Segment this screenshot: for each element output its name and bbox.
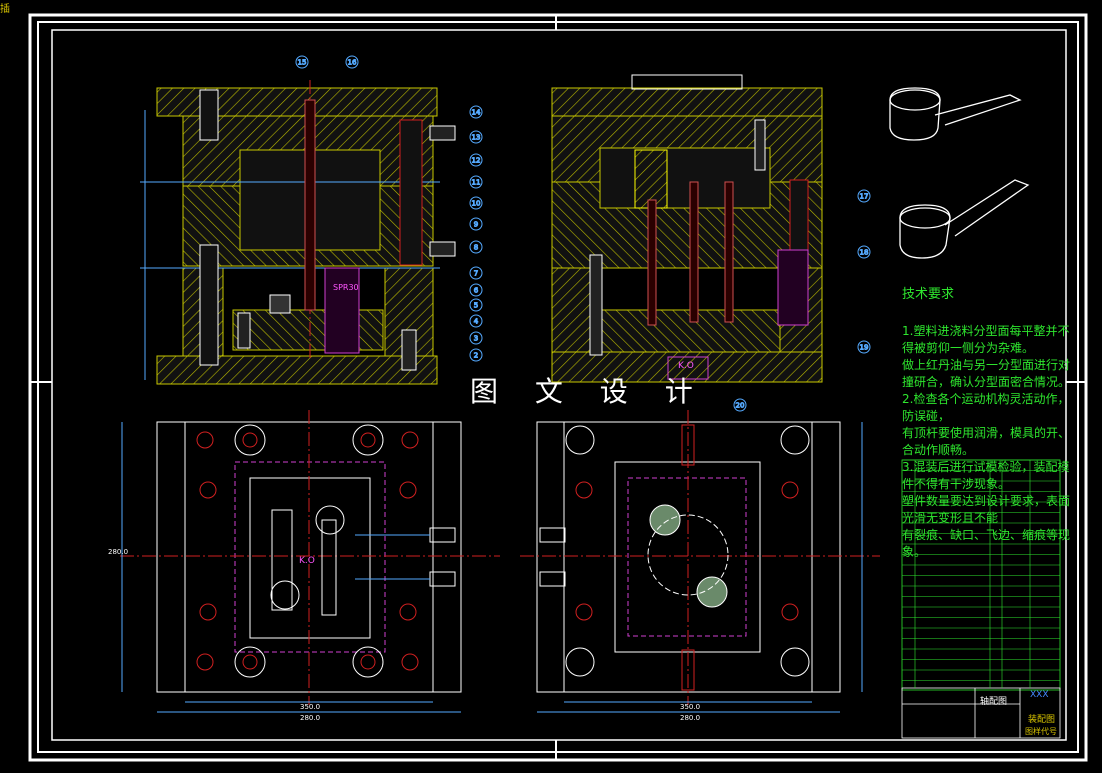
tech-req-line: 有裂痕、缺口、飞边、缩痕等现象。 [902,528,1071,559]
title-type: 装配图 [1028,715,1056,725]
balloon-number: 18 [860,249,869,257]
balloon-number: 20 [736,402,745,410]
tech-req-line: 1.塑料进浇料分型面每平整并不得被剪仰一侧分为杂难。 [902,324,1070,355]
dim-total-width-2: 280.0 [680,714,701,722]
tech-req-title: 技术要求 [902,287,955,302]
ko-label: K.O [678,361,694,371]
tech-req-line: 有顶杆要使用润滑，模具的开、合动作顺畅。 [902,426,1071,457]
dim-top-length-2: 350.0 [680,703,701,711]
technical-requirements: 技术要求 1.塑料进浇料分型面每平整并不得被剪仰一侧分为杂难。 做上红丹油与另一… [902,286,1072,561]
balloon-number: 14 [472,109,481,117]
balloon-number: 9 [474,221,478,229]
tech-req-line: 塑件数量要达到设计要求，表面光滑无变形且不能 [902,494,1071,525]
balloon-number: 15 [298,59,307,67]
balloon-number: 13 [472,134,481,142]
dim-top-length: 350.0 [300,703,321,711]
balloon-number: 2 [474,352,478,360]
tech-req-line: 做上红丹油与另一分型面进行对撞研合，确认分型面密合情况。 [902,358,1071,389]
dim-total-width: 280.0 [300,714,321,722]
balloon-number: 6 [474,287,479,295]
title-drawing-name: 轴配图 [980,697,1008,707]
balloon-number: 3 [474,335,478,343]
balloon-number: 17 [860,193,869,201]
title-company: XXX [1030,690,1049,700]
balloon-number: 16 [348,59,357,67]
balloon-number: 12 [472,157,481,165]
product-sketch [889,87,1030,259]
balloon-number: 19 [860,344,869,352]
section-view-left [140,80,456,385]
watermark-text: 图 文 设 计 [470,375,707,408]
balloon-number: 5 [474,302,478,310]
spring-label: SPR30 [333,283,359,292]
tech-req-line: 2.检查各个运动机构灵活动作，防误碰， [902,392,1070,423]
title-drawing-no: 图样代号 [1025,727,1057,736]
section-view-right [551,74,823,383]
ko-label-2: K.O [299,556,315,566]
balloon-number: 8 [474,244,478,252]
tech-req-line: 3.混装后进行试模检验，装配模件不得有干涉现象。 [902,460,1070,491]
plan-view-right [520,410,880,713]
balloon-number: 11 [472,179,481,187]
dim-side-height: 280.0 [108,548,129,556]
balloon-number: 10 [472,200,481,208]
balloon-number: 4 [474,318,479,326]
balloon-number: 7 [474,270,478,278]
